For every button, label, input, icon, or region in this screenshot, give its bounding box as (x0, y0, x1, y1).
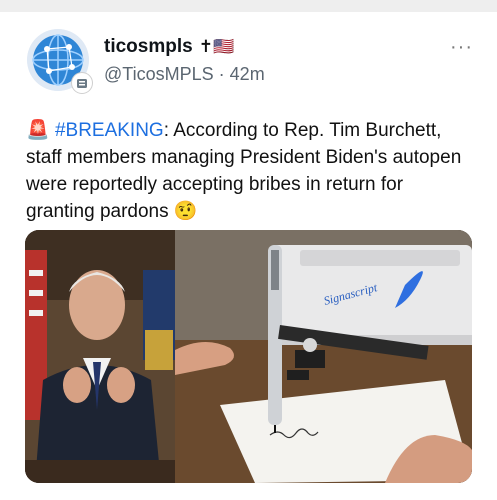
siren-emoji: 🚨 (26, 120, 50, 141)
community-badge-icon (72, 73, 92, 93)
handle-separator: · (218, 64, 225, 84)
author-name-row: ticosmpls ✝🇺🇸 (104, 36, 234, 58)
post-media-image[interactable]: Signascript (25, 230, 472, 483)
raised-eyebrow-emoji: 🤨 (173, 201, 198, 222)
more-options-button[interactable]: ··· (450, 36, 473, 59)
cross-flag-emoji: ✝🇺🇸 (198, 37, 235, 56)
author-handle[interactable]: @TicosMPLS (104, 64, 214, 84)
author-handle-row: @TicosMPLS · 42m (104, 64, 265, 85)
post-body: 🚨 #BREAKING: According to Rep. Tim Burch… (26, 117, 476, 225)
top-status-strip (0, 0, 497, 12)
hashtag-link[interactable]: #BREAKING (55, 120, 164, 141)
post-time[interactable]: 42m (230, 64, 265, 84)
author-display-name[interactable]: ticosmpls (104, 36, 193, 58)
